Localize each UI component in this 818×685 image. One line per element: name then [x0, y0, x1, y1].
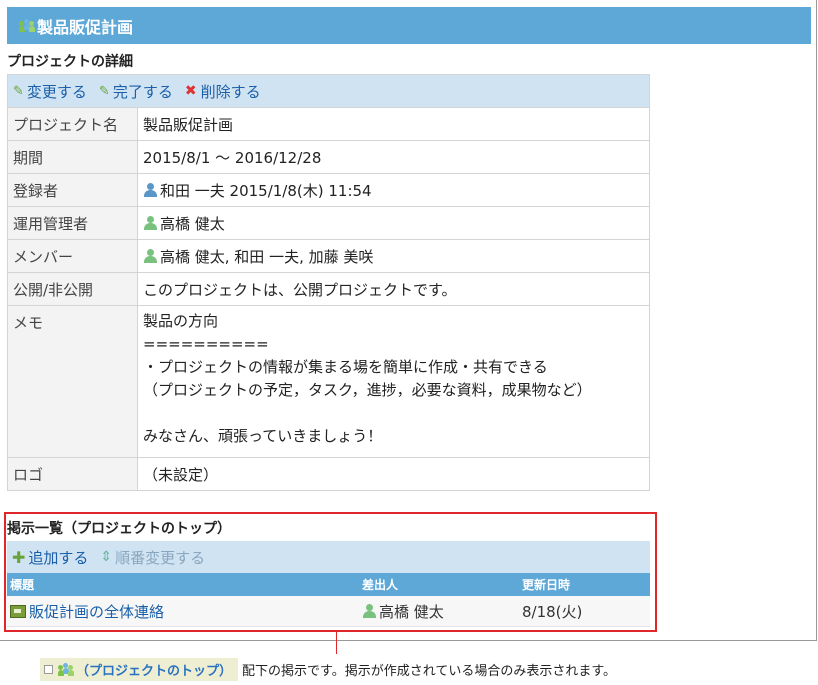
- members-label: メンバー: [7, 239, 138, 273]
- board-section-title: 掲示一覧（プロジェクトのトップ）: [7, 521, 231, 537]
- details-toolbar: ✎ 変更する ✎ 完了する ✖ 削除する: [8, 75, 649, 107]
- project-details-table: ✎ 変更する ✎ 完了する ✖ 削除する プロジェクト名 製品販促計画 期間 2015…: [7, 74, 650, 491]
- members-value: 高橋 健太, 和田 一夫, 加藤 美咲: [137, 239, 650, 273]
- delete-x-icon: ✖: [184, 83, 197, 99]
- board-icon: [10, 604, 26, 618]
- post-sender: 高橋 健太: [379, 602, 444, 621]
- visibility-label: 公開/非公開: [7, 272, 138, 306]
- logo-label: ロゴ: [7, 457, 138, 491]
- column-updated[interactable]: 更新日時: [522, 576, 642, 593]
- project-name-value: 製品販促計画: [137, 107, 650, 141]
- table-row: 販促計画の全体連絡 高橋 健太 8/18(火): [7, 596, 650, 627]
- project-icon: [58, 662, 74, 677]
- visibility-value: このプロジェクトは、公開プロジェクトです。: [137, 272, 650, 306]
- pencil-icon: ✎: [98, 83, 110, 99]
- period-label: 期間: [7, 140, 138, 174]
- reorder-arrows-icon: ⇕: [100, 549, 113, 565]
- delete-link[interactable]: ✖ 削除する: [185, 81, 261, 102]
- user-icon: [362, 603, 376, 618]
- column-title[interactable]: 標題: [7, 576, 362, 593]
- callout-note: （プロジェクトのトップ） 配下の掲示です。掲示が作成されている場合のみ表示されま…: [40, 658, 616, 681]
- edit-link[interactable]: ✎ 変更する: [13, 81, 87, 102]
- complete-link[interactable]: ✎ 完了する: [99, 81, 173, 102]
- project-name-label: プロジェクト名: [7, 107, 138, 141]
- manager-value: 高橋 健太: [137, 206, 650, 240]
- manager-label: 運用管理者: [7, 206, 138, 240]
- user-icon: [143, 215, 157, 230]
- user-icon: [143, 248, 157, 263]
- project-header: 製品販促計画: [7, 7, 811, 44]
- callout-text: 配下の掲示です。掲示が作成されている場合のみ表示されます。: [242, 664, 617, 679]
- memo-label: メモ: [7, 305, 138, 458]
- registrant-value: 和田 一夫 2015/1/8(木) 11:54: [137, 173, 650, 207]
- project-icon: [19, 18, 35, 33]
- board-list: ✚ 追加する ⇕ 順番変更する 標題 差出人 更新日時 販促計画の全体連絡 高橋 健…: [7, 541, 650, 627]
- post-title-link[interactable]: 販促計画の全体連絡: [29, 603, 164, 621]
- page-title: 製品販促計画: [37, 17, 134, 37]
- callout-line: [336, 632, 337, 654]
- column-sender[interactable]: 差出人: [362, 576, 522, 593]
- logo-value: （未設定）: [137, 457, 650, 491]
- registrant-label: 登録者: [7, 173, 138, 207]
- memo-value: 製品の方向 ========== ・プロジェクトの情報が集まる場を簡単に作成・共…: [137, 305, 650, 458]
- collapse-box-icon: [44, 665, 53, 674]
- board-table-header: 標題 差出人 更新日時: [7, 573, 650, 596]
- post-updated: 8/18(火): [522, 602, 583, 621]
- plus-icon: ✚: [12, 547, 26, 567]
- pencil-icon: ✎: [13, 83, 24, 99]
- add-post-link[interactable]: ✚ 追加する: [12, 547, 88, 568]
- reorder-link[interactable]: ⇕ 順番変更する: [100, 547, 205, 568]
- details-section-title: プロジェクトの詳細: [7, 54, 133, 70]
- board-toolbar: ✚ 追加する ⇕ 順番変更する: [7, 541, 650, 573]
- folder-chip: （プロジェクトのトップ）: [40, 658, 239, 681]
- user-icon: [143, 182, 157, 197]
- period-value: 2015/8/1 ～ 2016/12/28: [137, 140, 650, 174]
